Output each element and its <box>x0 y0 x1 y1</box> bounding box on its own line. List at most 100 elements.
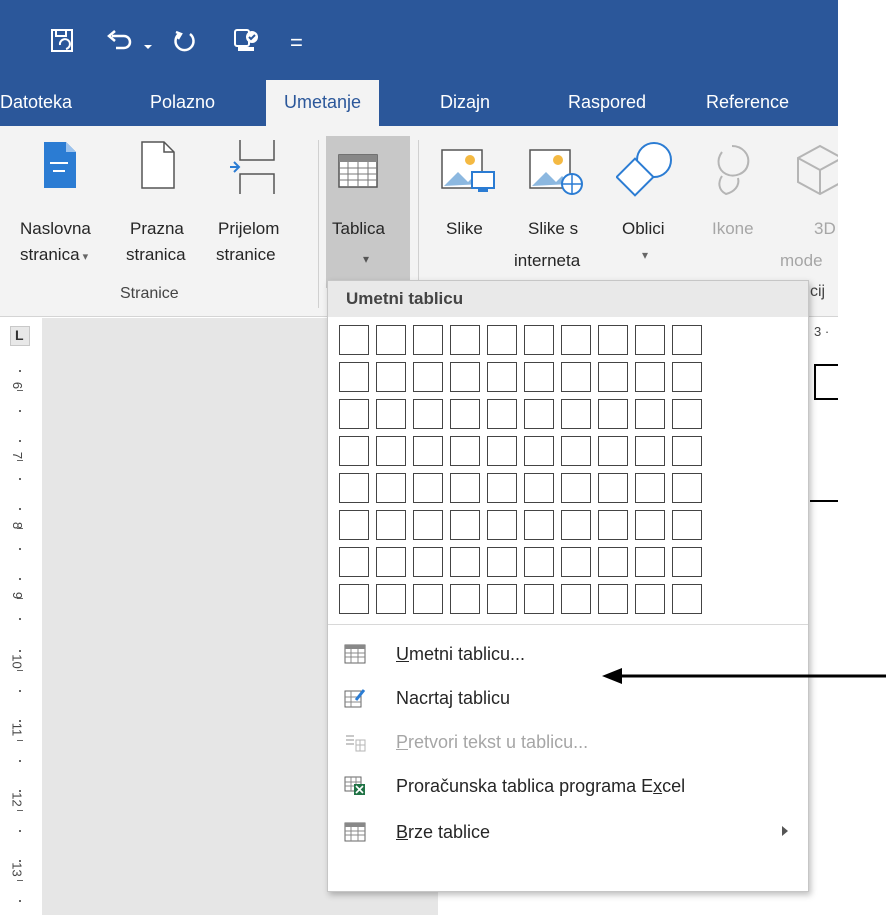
grid-cell[interactable] <box>413 325 443 355</box>
grid-cell[interactable] <box>413 473 443 503</box>
grid-cell[interactable] <box>376 473 406 503</box>
grid-cell[interactable] <box>450 325 480 355</box>
tab-datoteka[interactable]: Datoteka <box>0 78 72 126</box>
grid-cell[interactable] <box>450 584 480 614</box>
grid-cell[interactable] <box>635 325 665 355</box>
grid-cell[interactable] <box>598 399 628 429</box>
grid-cell[interactable] <box>598 473 628 503</box>
grid-cell[interactable] <box>339 399 369 429</box>
online-pictures-line2[interactable]: interneta <box>514 250 580 272</box>
grid-cell[interactable] <box>561 362 591 392</box>
touch-mode-icon[interactable] <box>232 26 262 56</box>
grid-cell[interactable] <box>450 473 480 503</box>
redo-icon[interactable] <box>172 28 198 54</box>
page-break-line2[interactable]: stranice <box>216 244 276 266</box>
grid-cell[interactable] <box>561 547 591 577</box>
grid-cell[interactable] <box>339 362 369 392</box>
grid-cell[interactable] <box>635 362 665 392</box>
grid-cell[interactable] <box>672 399 702 429</box>
grid-cell[interactable] <box>376 584 406 614</box>
grid-cell[interactable] <box>598 547 628 577</box>
grid-cell[interactable] <box>413 399 443 429</box>
tab-reference[interactable]: Reference <box>706 78 789 126</box>
grid-cell[interactable] <box>524 325 554 355</box>
grid-cell[interactable] <box>524 510 554 540</box>
grid-cell[interactable] <box>413 547 443 577</box>
grid-cell[interactable] <box>561 510 591 540</box>
grid-cell[interactable] <box>376 510 406 540</box>
grid-cell[interactable] <box>413 362 443 392</box>
grid-cell[interactable] <box>635 436 665 466</box>
grid-cell[interactable] <box>561 584 591 614</box>
grid-cell[interactable] <box>598 436 628 466</box>
grid-cell[interactable] <box>376 547 406 577</box>
grid-cell[interactable] <box>561 436 591 466</box>
grid-cell[interactable] <box>561 325 591 355</box>
grid-cell[interactable] <box>635 473 665 503</box>
grid-cell[interactable] <box>561 473 591 503</box>
grid-cell[interactable] <box>339 325 369 355</box>
pictures-button[interactable]: Slike <box>446 218 483 240</box>
grid-cell[interactable] <box>450 399 480 429</box>
3d-models-button[interactable]: 3D mode <box>770 218 838 278</box>
cover-page-line2[interactable]: stranica ▾ <box>20 244 88 268</box>
grid-cell[interactable] <box>487 547 517 577</box>
grid-cell[interactable] <box>561 399 591 429</box>
grid-cell[interactable] <box>487 436 517 466</box>
grid-cell[interactable] <box>672 325 702 355</box>
grid-cell[interactable] <box>524 473 554 503</box>
grid-cell[interactable] <box>487 362 517 392</box>
grid-cell[interactable] <box>376 436 406 466</box>
grid-cell[interactable] <box>339 584 369 614</box>
grid-cell[interactable] <box>487 399 517 429</box>
grid-cell[interactable] <box>450 547 480 577</box>
table-button[interactable]: Tablica ▾ <box>326 136 410 288</box>
grid-cell[interactable] <box>450 362 480 392</box>
grid-cell[interactable] <box>635 399 665 429</box>
grid-cell[interactable] <box>339 473 369 503</box>
grid-cell[interactable] <box>339 436 369 466</box>
grid-cell[interactable] <box>487 473 517 503</box>
grid-cell[interactable] <box>524 436 554 466</box>
tab-dizajn[interactable]: Dizajn <box>440 78 490 126</box>
save-icon[interactable] <box>50 28 76 54</box>
menu-item-excel-spreadsheet[interactable]: Proračunska tablica programa Excel <box>328 764 808 808</box>
online-pictures-line1[interactable]: Slike s <box>528 218 578 240</box>
grid-cell[interactable] <box>524 399 554 429</box>
grid-cell[interactable] <box>598 362 628 392</box>
grid-cell[interactable] <box>487 325 517 355</box>
grid-cell[interactable] <box>524 362 554 392</box>
grid-cell[interactable] <box>339 510 369 540</box>
grid-cell[interactable] <box>672 362 702 392</box>
table-size-grid[interactable] <box>339 325 709 619</box>
grid-cell[interactable] <box>376 362 406 392</box>
grid-cell[interactable] <box>376 325 406 355</box>
grid-cell[interactable] <box>672 584 702 614</box>
menu-item-convert-text[interactable]: Pretvori tekst u tablicu... <box>328 720 808 764</box>
grid-cell[interactable] <box>524 584 554 614</box>
shapes-button[interactable]: Oblici <box>622 218 665 240</box>
undo-icon[interactable] <box>106 28 134 54</box>
grid-cell[interactable] <box>598 584 628 614</box>
grid-cell[interactable] <box>487 510 517 540</box>
undo-dropdown-icon[interactable] <box>144 38 152 49</box>
grid-cell[interactable] <box>598 325 628 355</box>
grid-cell[interactable] <box>672 510 702 540</box>
grid-cell[interactable] <box>487 584 517 614</box>
grid-cell[interactable] <box>376 399 406 429</box>
grid-cell[interactable] <box>450 436 480 466</box>
icons-button[interactable]: Ikone <box>712 218 754 240</box>
grid-cell[interactable] <box>450 510 480 540</box>
grid-cell[interactable] <box>339 547 369 577</box>
tab-raspored[interactable]: Raspored <box>568 78 646 126</box>
blank-page-line1[interactable]: Prazna <box>130 218 184 240</box>
tab-selector[interactable]: L <box>10 326 30 346</box>
grid-cell[interactable] <box>413 510 443 540</box>
tab-polazno[interactable]: Polazno <box>150 78 215 126</box>
grid-cell[interactable] <box>635 510 665 540</box>
grid-cell[interactable] <box>413 436 443 466</box>
grid-cell[interactable] <box>413 584 443 614</box>
blank-page-line2[interactable]: stranica <box>126 244 186 266</box>
grid-cell[interactable] <box>672 473 702 503</box>
cover-page-line1[interactable]: Naslovna <box>20 218 91 240</box>
